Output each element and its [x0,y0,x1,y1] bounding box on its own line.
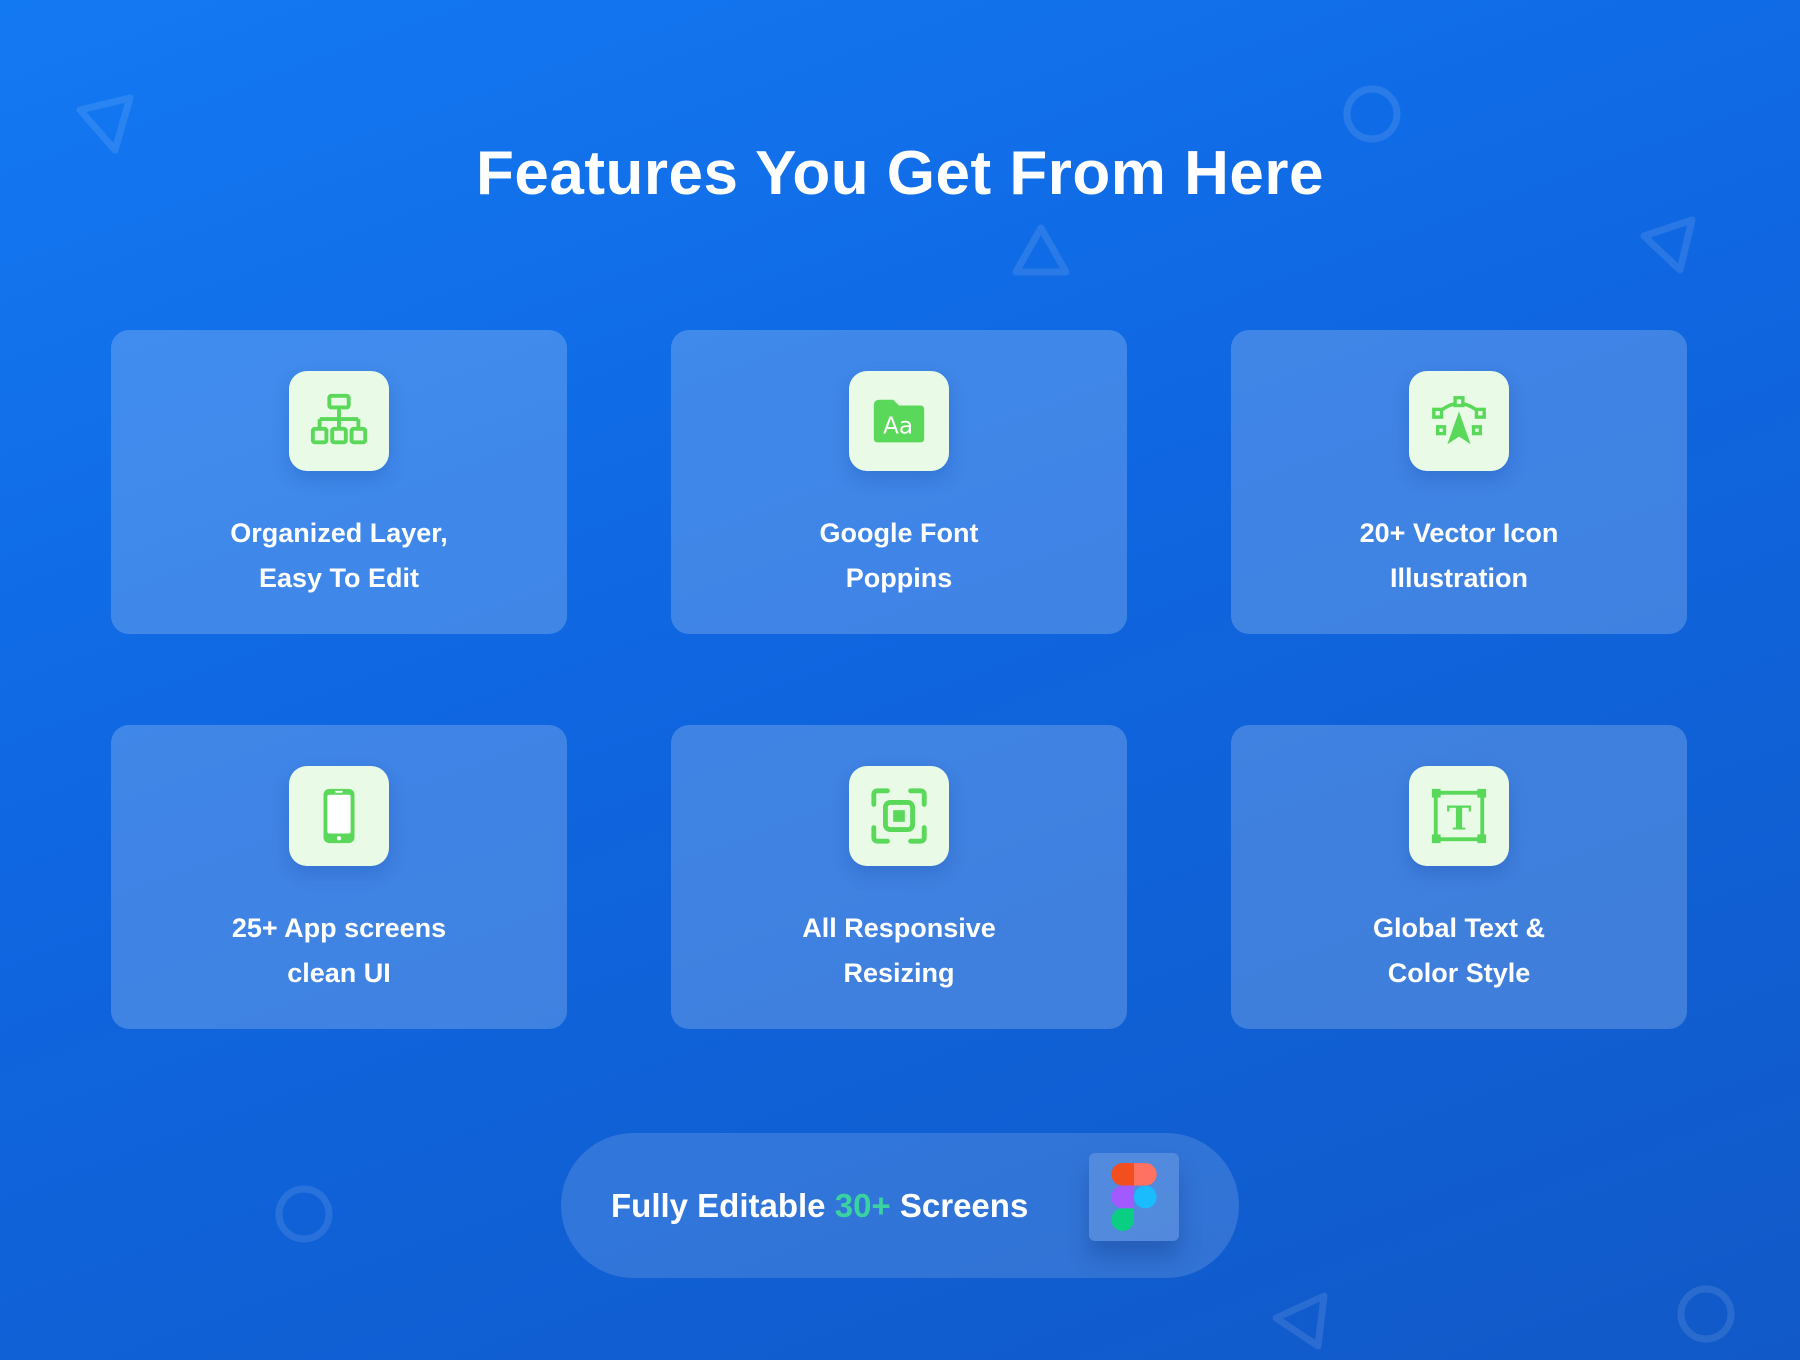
smartphone-icon [289,766,389,866]
feature-card-organized-layer[interactable]: Organized Layer, Easy To Edit [111,330,567,634]
feature-label: Google Font Poppins [819,518,979,593]
feature-card-global-style[interactable]: T Global Text & Color Style [1231,725,1687,1029]
feature-label: All Responsive Resizing [802,913,996,988]
decorative-triangle-shape [1012,224,1070,276]
decorative-circle-shape [1677,1285,1735,1343]
features-grid: Organized Layer, Easy To Edit Aa Google … [111,330,1687,1029]
feature-card-vector-icon[interactable]: 20+ Vector Icon Illustration [1231,330,1687,634]
decorative-triangle-shape [1640,216,1696,274]
sitemap-icon [289,371,389,471]
cta-prefix: Fully Editable [611,1186,826,1224]
cta-highlight: 30+ [834,1186,891,1224]
decorative-circle-shape [1343,85,1401,143]
feature-card-responsive-resizing[interactable]: All Responsive Resizing [671,725,1127,1029]
text-style-icon: T [1409,766,1509,866]
font-folder-icon: Aa [849,371,949,471]
resize-icon [849,766,949,866]
decorative-triangle-shape [1272,1292,1328,1350]
feature-card-app-screens[interactable]: 25+ App screens clean UI [111,725,567,1029]
cta-text: Fully Editable 30+ Screens [611,1187,1028,1225]
svg-text:Aa: Aa [883,413,913,440]
figma-logo-icon [1089,1153,1179,1241]
cta-suffix: Screens [899,1186,1029,1224]
feature-label: 25+ App screens clean UI [231,913,447,988]
vector-pen-icon [1409,371,1509,471]
feature-label: Organized Layer, Easy To Edit [230,518,448,593]
feature-label: 20+ Vector Icon Illustration [1359,518,1559,593]
cta-pill[interactable]: Fully Editable 30+ Screens [561,1133,1239,1278]
feature-card-google-font[interactable]: Aa Google Font Poppins [671,330,1127,634]
decorative-circle-shape [275,1185,333,1243]
page-title: Features You Get From Here [476,139,1324,208]
svg-text:T: T [1447,799,1472,838]
feature-label: Global Text & Color Style [1372,913,1546,988]
